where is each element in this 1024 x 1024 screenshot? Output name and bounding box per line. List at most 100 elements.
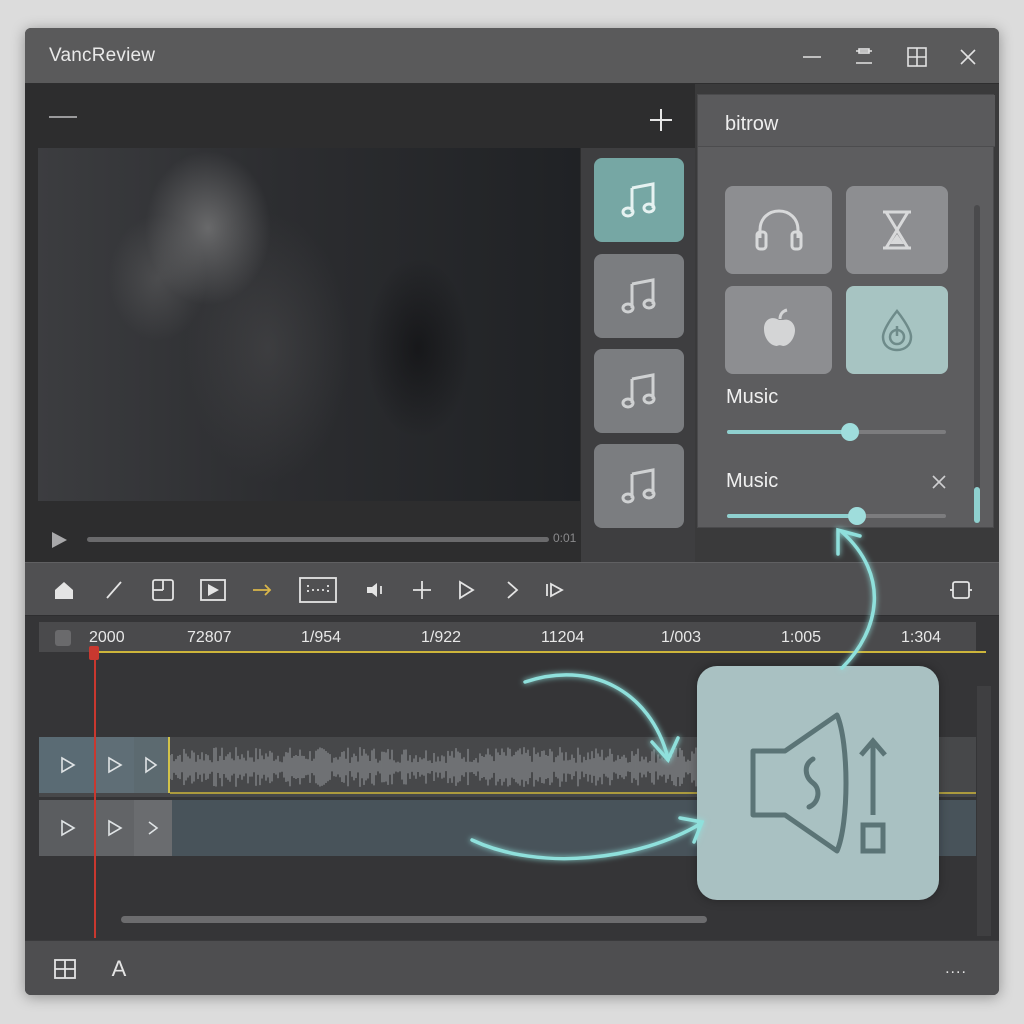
music-volume-slider-1[interactable] [727,423,946,441]
ruler-label: 72807 [187,629,232,646]
more-options-button[interactable]: .... [939,955,973,983]
clip-handle-end[interactable] [134,737,170,793]
clip-handle-start[interactable] [39,737,96,793]
play-outline-icon [60,756,76,774]
play-button[interactable] [451,575,481,605]
music-clip-3[interactable] [594,349,684,433]
next-frame-button[interactable] [540,575,570,605]
selection-icon [299,577,337,603]
remove-slider-button[interactable] [928,471,950,493]
music-clip-4[interactable] [594,444,684,528]
effects-title: bitrow [725,113,779,135]
effects-header: bitrow [698,95,995,147]
music-volume-slider-2[interactable] [727,507,946,525]
ruler-label: 1/954 [301,629,342,646]
maximize-button[interactable] [902,42,932,72]
snap-layout-button[interactable] [849,42,879,72]
frame-icon [152,579,174,601]
ruler-label: 1/922 [421,629,462,646]
clip-handle-start[interactable] [39,800,96,856]
pen-icon [106,581,122,599]
home-button[interactable] [49,575,79,605]
music-clip-1[interactable] [594,158,684,242]
timeline-vertical-scrollbar[interactable] [977,686,991,936]
audio-boost-card[interactable] [697,666,939,900]
minus-icon [49,116,77,118]
text-tool-button[interactable]: A [105,955,133,983]
blade-tool-button[interactable] [99,575,129,605]
zoom-out-button[interactable] [47,102,79,132]
effect-drop[interactable] [846,286,948,374]
clip-handle-middle[interactable] [96,737,134,793]
slider-2-label: Music [726,470,779,492]
next-button[interactable] [497,575,527,605]
effects-scrollbar[interactable] [974,205,980,523]
music-clip-2[interactable] [594,254,684,338]
add-marker-button[interactable] [407,575,437,605]
clip-handle-end[interactable] [134,800,172,856]
close-button[interactable] [953,42,983,72]
close-icon [960,49,976,65]
water-drop-icon [881,309,913,352]
effect-timer[interactable] [846,186,948,274]
grid-icon [907,47,927,67]
fit-timeline-button[interactable] [946,575,976,605]
effect-apple[interactable] [725,286,832,374]
hourglass-icon [883,210,911,250]
speaker-split-icon [367,583,382,597]
slider-1-thumb[interactable] [841,423,859,441]
video-preview[interactable] [38,148,580,501]
play-outline-icon [459,580,475,600]
play-icon[interactable] [49,530,69,550]
ruler-label: 1:304 [901,629,942,646]
play-frame-icon [200,579,226,601]
ruler-settings-icon[interactable] [55,630,71,646]
move-forward-button[interactable] [247,575,277,605]
step-forward-icon [546,582,564,598]
title-bar: VancReview [25,28,999,84]
ruler-timeline-line [99,651,986,653]
slider-1-label: Music [726,386,779,408]
snap-icon [856,48,872,64]
minimize-button[interactable] [797,42,827,72]
apple-icon [763,308,795,346]
audio-split-button[interactable] [360,575,390,605]
chevron-right-icon [507,581,519,599]
close-icon [932,475,946,489]
playback-time: 0:01 [553,531,577,545]
selection-tool-button[interactable] [297,575,339,605]
slider-1-fill [727,430,850,434]
slider-2-fill [727,514,857,518]
chevron-right-icon [148,821,159,835]
play-outline-icon [145,756,158,774]
playhead[interactable] [94,646,96,938]
effects-panel: bitrow Music Music [697,94,995,528]
app-title: VancReview [49,45,156,66]
grid-icon [54,959,76,979]
play-clip-button[interactable] [198,575,228,605]
headphones-icon [755,209,802,251]
clip-handle-middle[interactable] [96,800,134,856]
ruler-label: 1/003 [661,629,702,646]
ruler-label: 2000 [89,629,125,646]
effects-scrollbar-thumb[interactable] [974,487,980,523]
effect-headphones[interactable] [725,186,832,274]
music-clip-list [581,148,695,588]
timeline-horizontal-scrollbar[interactable] [121,916,707,923]
speaker-volume-up-icon [750,712,887,854]
timeline-ruler[interactable]: 2000 72807 1/954 1/922 11204 1/003 1:005… [39,622,986,653]
music-note-icon [621,373,656,409]
layout-button[interactable] [51,955,79,983]
music-note-icon [621,182,656,218]
ruler-label: 1:005 [781,629,822,646]
plus-icon [650,109,672,131]
slider-2-thumb[interactable] [848,507,866,525]
fit-icon [950,581,972,599]
arrow-right-icon [253,584,272,596]
zoom-in-button[interactable] [645,104,677,136]
music-note-icon [621,278,656,314]
home-icon [55,582,73,599]
playback-scrubber[interactable] [87,537,549,542]
crop-tool-button[interactable] [148,575,178,605]
preview-panel: 0:01 [25,84,695,588]
